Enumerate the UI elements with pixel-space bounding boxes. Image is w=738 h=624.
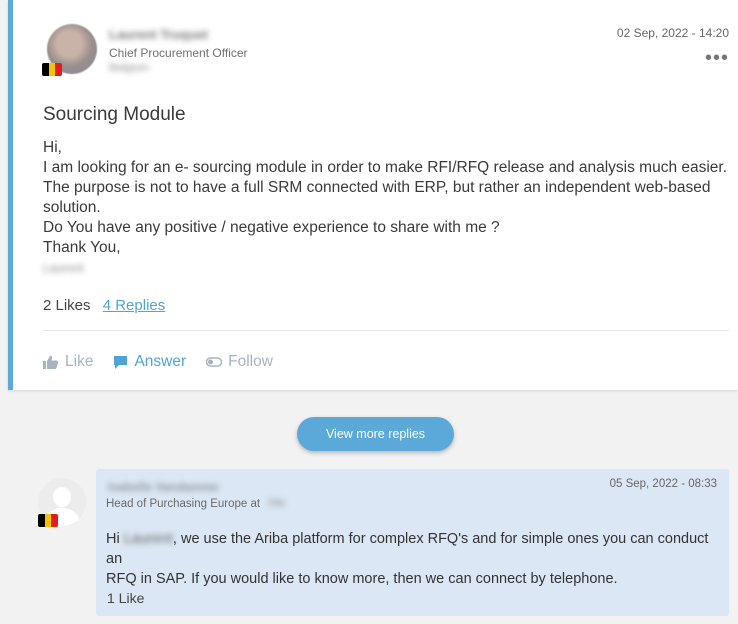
belgium-flag-icon	[42, 63, 62, 76]
flag-stripe-red	[55, 63, 62, 76]
post-stats: 2 Likes 4 Replies	[43, 297, 165, 314]
speech-bubble-icon	[114, 355, 128, 369]
flag-stripe-black	[42, 63, 49, 76]
flag-stripe-yellow	[48, 63, 56, 76]
reply-author-role: Head of Purchasing Europe at TRI	[106, 498, 285, 510]
reply-body: Hi Laurent, we use the Ariba platform fo…	[106, 529, 721, 589]
flag-stripe-red	[51, 514, 58, 527]
post-signature: Laurent	[43, 261, 84, 275]
answer-label: Answer	[134, 353, 187, 370]
reply-company[interactable]: TRI	[267, 498, 285, 510]
more-options-icon[interactable]: •••	[705, 48, 729, 68]
avatar-head-shape	[53, 487, 71, 507]
post-actions: Like Answer Follow	[43, 353, 273, 371]
flag-stripe-yellow	[44, 514, 52, 527]
like-button[interactable]: Like	[43, 353, 93, 371]
post-card: Laurent Truquet Chief Procurement Office…	[8, 0, 738, 390]
likes-count: 2 Likes	[43, 297, 91, 314]
author-role: Chief Procurement Officer	[109, 46, 248, 60]
post-title: Sourcing Module	[43, 104, 186, 125]
follow-button[interactable]: Follow	[206, 353, 273, 371]
post-timestamp: 02 Sep, 2022 - 14:20	[616, 26, 729, 40]
post-body-line: Do You have any positive / negative expe…	[43, 219, 500, 236]
post-body-line: solution.	[43, 199, 101, 216]
reply-mention: Laurent	[123, 531, 173, 547]
post-body-line: Hi,	[43, 139, 62, 156]
belgium-flag-icon	[38, 514, 58, 527]
reply-timestamp: 05 Sep, 2022 - 08:33	[609, 478, 717, 490]
flag-stripe-black	[38, 514, 45, 527]
reply-card: Isabelle Vandamme Head of Purchasing Eur…	[96, 469, 729, 616]
reply-line2: RFQ in SAP. If you would like to know mo…	[106, 571, 618, 587]
author-name[interactable]: Laurent Truquet	[109, 27, 208, 42]
post-body-line: I am looking for an e- sourcing module i…	[43, 159, 728, 176]
reply-line1: , we use the Ariba platform for complex …	[106, 531, 709, 567]
replies-link[interactable]: 4 Replies	[103, 297, 166, 314]
reply-role-text: Head of Purchasing Europe	[106, 498, 248, 510]
post-body: Hi, I am looking for an e- sourcing modu…	[43, 138, 728, 278]
view-more-replies-button[interactable]: View more replies	[297, 417, 454, 451]
post-body-line: The purpose is not to have a full SRM co…	[43, 179, 711, 196]
answer-button[interactable]: Answer	[113, 353, 186, 371]
author-location: Belgium	[109, 62, 149, 74]
reply-likes-count: 1 Like	[107, 590, 145, 606]
reply-greeting: Hi	[106, 531, 120, 547]
reply-author-name[interactable]: Isabelle Vandamme	[108, 480, 219, 494]
like-label: Like	[65, 353, 94, 370]
thumbs-up-icon	[43, 355, 59, 369]
divider	[43, 330, 729, 331]
reply-at-label: at	[250, 498, 261, 510]
toggle-icon	[206, 357, 223, 367]
follow-label: Follow	[228, 353, 273, 370]
post-body-line: Thank You,	[43, 239, 121, 256]
